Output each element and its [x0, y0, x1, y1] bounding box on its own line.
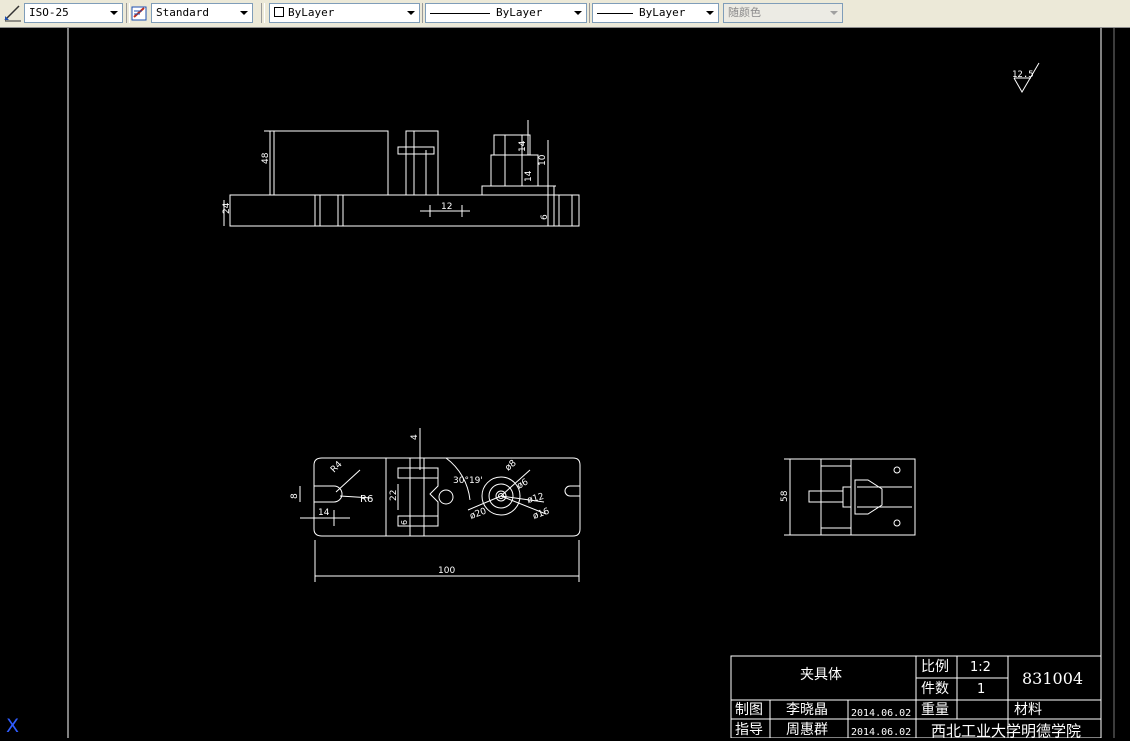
dim-4: 4: [410, 434, 420, 440]
dimension-style-value: ISO-25: [29, 6, 69, 19]
chevron-down-icon[interactable]: [106, 4, 122, 22]
dim-48: 48: [261, 152, 271, 164]
lineweight-preview-icon: [597, 12, 633, 14]
dim-58: 58: [780, 490, 790, 502]
drawing-canvas[interactable]: 48 24 12 14 10 14 6 4 R4 R6 8 14 22 6 30…: [0, 28, 1130, 738]
scale-value: 1:2: [970, 660, 991, 675]
dim-r4: R4: [329, 459, 345, 475]
properties-toolbar: ISO-25 Standard ByLayer ByLayer ByLayer …: [0, 0, 1130, 28]
toolbar-separator: [261, 3, 265, 23]
qty-label: 件数: [921, 681, 949, 697]
drawn-by-name: 李晓晶: [786, 702, 828, 718]
drawing-number: 831004: [1022, 669, 1084, 688]
chevron-down-icon[interactable]: [702, 4, 718, 22]
dim-r6: R6: [360, 494, 373, 505]
dimension-style-select[interactable]: ISO-25: [24, 3, 123, 23]
dim-100: 100: [438, 566, 455, 576]
dim-22: 22: [389, 490, 399, 501]
dim-6-top: 6: [400, 520, 409, 525]
dim-8: 8: [290, 493, 300, 499]
dim-6: 6: [540, 214, 550, 220]
dim-14-slot: 14: [318, 508, 330, 518]
chevron-down-icon[interactable]: [236, 4, 252, 22]
scale-label: 比例: [921, 659, 949, 675]
text-style-icon[interactable]: [130, 3, 150, 23]
ucs-axis-icon: X: [6, 715, 20, 737]
part-name: 夹具体: [800, 667, 842, 683]
drawn-by-label: 制图: [735, 702, 763, 718]
school-name: 西北工业大学明德学院: [931, 722, 1082, 740]
lineweight-select[interactable]: ByLayer: [592, 3, 719, 23]
dim-12: 12: [441, 202, 452, 212]
dim-10: 10: [538, 154, 548, 166]
dim-phi8: ø8: [504, 458, 519, 473]
dim-14-lower: 14: [524, 170, 534, 182]
layer-color-value: ByLayer: [288, 6, 335, 19]
chevron-down-icon: [826, 4, 842, 22]
qty-value: 1: [977, 682, 986, 697]
drawn-date: 2014.06.02: [851, 708, 912, 719]
dim-24: 24: [222, 202, 232, 214]
plot-style-value: 随颜色: [728, 6, 761, 19]
dim-angle: 30°19': [453, 476, 483, 486]
material-label: 材料: [1014, 702, 1042, 718]
color-swatch-icon: [274, 7, 284, 17]
top-view: [299, 428, 581, 582]
linetype-value: ByLayer: [496, 6, 543, 19]
linetype-preview-icon: [430, 12, 490, 14]
supervisor-name: 周惠群: [786, 722, 828, 738]
chevron-down-icon[interactable]: [570, 4, 586, 22]
chevron-down-icon[interactable]: [403, 4, 419, 22]
text-style-select[interactable]: Standard: [151, 3, 253, 23]
linetype-select[interactable]: ByLayer: [425, 3, 587, 23]
layer-color-select[interactable]: ByLayer: [269, 3, 420, 23]
dimension-style-icon[interactable]: [3, 3, 23, 23]
dim-phi16: ø16: [532, 507, 552, 522]
weight-label: 重量: [921, 702, 949, 718]
supervisor-date: 2014.06.02: [851, 727, 912, 738]
text-style-value: Standard: [156, 6, 209, 19]
supervisor-label: 指导: [735, 722, 763, 738]
plot-style-select: 随颜色: [723, 3, 843, 23]
dim-phi12: ø12: [526, 492, 545, 506]
dim-14-upper: 14: [518, 140, 528, 152]
side-view: [784, 458, 916, 536]
lineweight-value: ByLayer: [639, 6, 686, 19]
roughness-value: 12.5: [1012, 70, 1034, 80]
dim-phi6: ø6: [516, 477, 531, 491]
